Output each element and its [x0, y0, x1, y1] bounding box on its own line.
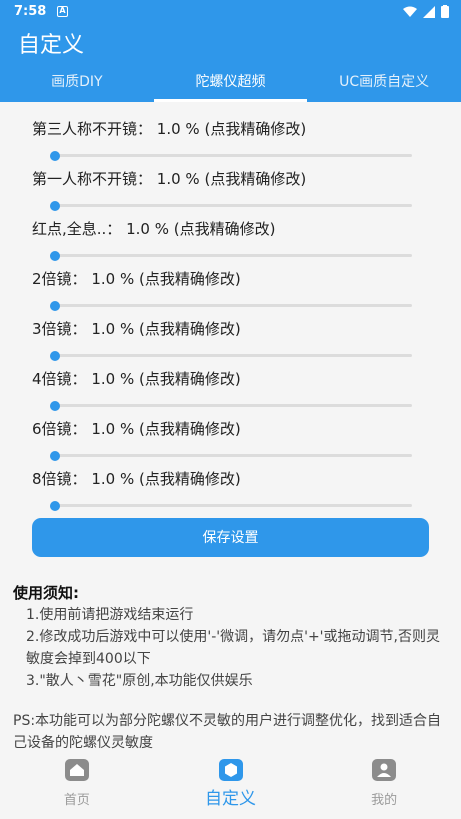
- nav-home-label: 首页: [63, 793, 90, 808]
- slider-track[interactable]: [50, 454, 412, 457]
- profile-icon: [372, 759, 397, 781]
- nav-home[interactable]: 首页: [0, 750, 154, 819]
- slider-row: 2倍镜： 1.0 % (点我精确修改): [32, 268, 432, 311]
- battery-icon: [441, 5, 449, 18]
- slider-row: 第一人称不开镜： 1.0 % (点我精确修改): [32, 168, 432, 211]
- slider-label[interactable]: 8倍镜： 1.0 % (点我精确修改): [32, 468, 432, 489]
- slider-row: 8倍镜： 1.0 % (点我精确修改): [32, 468, 432, 511]
- nav-custom-label: 自定义: [205, 789, 256, 809]
- slider-track[interactable]: [50, 404, 412, 407]
- slider-label[interactable]: 2倍镜： 1.0 % (点我精确修改): [32, 268, 432, 289]
- slider-track[interactable]: [50, 304, 412, 307]
- status-bar: 7:58 A: [0, 0, 461, 24]
- slider-track[interactable]: [50, 154, 412, 157]
- app-bar: 自定义 画质DIY 陀螺仪超频 UC画质自定义: [0, 24, 461, 102]
- status-time: 7:58: [14, 4, 47, 19]
- slider-label[interactable]: 红点,全息..： 1.0 % (点我精确修改): [32, 218, 432, 239]
- slider-row: 第三人称不开镜： 1.0 % (点我精确修改): [32, 118, 432, 161]
- notes-ps: PS:本功能可以为部分陀螺仪不灵敏的用户进行调整优化，找到适合自己设备的陀螺仪灵…: [13, 713, 442, 750]
- slider-row: 3倍镜： 1.0 % (点我精确修改): [32, 318, 432, 361]
- custom-icon: [218, 759, 243, 781]
- slider-thumb[interactable]: [49, 451, 60, 461]
- slider-thumb[interactable]: [49, 301, 60, 311]
- slider-thumb[interactable]: [49, 351, 60, 361]
- slider-thumb[interactable]: [49, 251, 60, 261]
- wifi-icon: [403, 6, 417, 17]
- notes-item: 1.使用前请把游戏结束运行: [26, 607, 194, 623]
- slider-thumb[interactable]: [49, 201, 60, 211]
- slider-thumb[interactable]: [49, 151, 60, 161]
- notification-icon: A: [57, 6, 68, 17]
- tab-bar: 画质DIY 陀螺仪超频 UC画质自定义: [0, 64, 461, 102]
- slider-thumb[interactable]: [49, 501, 60, 511]
- slider-label[interactable]: 6倍镜： 1.0 % (点我精确修改): [32, 418, 432, 439]
- tab-quality-diy[interactable]: 画质DIY: [0, 64, 154, 102]
- save-button[interactable]: 保存设置: [32, 518, 429, 557]
- nav-custom[interactable]: 自定义: [154, 750, 308, 819]
- nav-profile[interactable]: 我的: [307, 750, 461, 819]
- slider-row: 红点,全息..： 1.0 % (点我精确修改): [32, 218, 432, 261]
- slider-label[interactable]: 第三人称不开镜： 1.0 % (点我精确修改): [32, 118, 432, 139]
- slider-label[interactable]: 4倍镜： 1.0 % (点我精确修改): [32, 368, 432, 389]
- slider-label[interactable]: 第一人称不开镜： 1.0 % (点我精确修改): [32, 168, 432, 189]
- main-content: 第三人称不开镜： 1.0 % (点我精确修改) 第一人称不开镜： 1.0 % (…: [0, 102, 461, 750]
- slider-row: 6倍镜： 1.0 % (点我精确修改): [32, 418, 432, 461]
- slider-track[interactable]: [50, 204, 412, 207]
- notes-item: 2.修改成功后游戏中可以使用'-'微调，请勿点'+'或拖动调节,否则灵敏度会掉到…: [26, 629, 440, 667]
- notes-title: 使用须知:: [13, 584, 79, 602]
- signal-icon: [423, 5, 435, 18]
- home-icon: [64, 759, 89, 781]
- nav-profile-label: 我的: [371, 793, 398, 808]
- bottom-nav: 首页 自定义 我的: [0, 750, 461, 819]
- slider-label[interactable]: 3倍镜： 1.0 % (点我精确修改): [32, 318, 432, 339]
- slider-track[interactable]: [50, 504, 412, 507]
- tab-uc-quality[interactable]: UC画质自定义: [307, 64, 461, 102]
- notes-item: 3."散人丶雪花"原创,本功能仅供娱乐: [26, 673, 253, 689]
- system-icons: [403, 5, 449, 18]
- slider-thumb[interactable]: [49, 401, 60, 411]
- usage-notes: 使用须知: 1.使用前请把游戏结束运行 2.修改成功后游戏中可以使用'-'微调，…: [13, 582, 453, 750]
- slider-row: 4倍镜： 1.0 % (点我精确修改): [32, 368, 432, 411]
- page-title: 自定义: [18, 33, 85, 58]
- slider-track[interactable]: [50, 354, 412, 357]
- slider-track[interactable]: [50, 254, 412, 257]
- tab-gyro-overclock[interactable]: 陀螺仪超频: [153, 64, 308, 102]
